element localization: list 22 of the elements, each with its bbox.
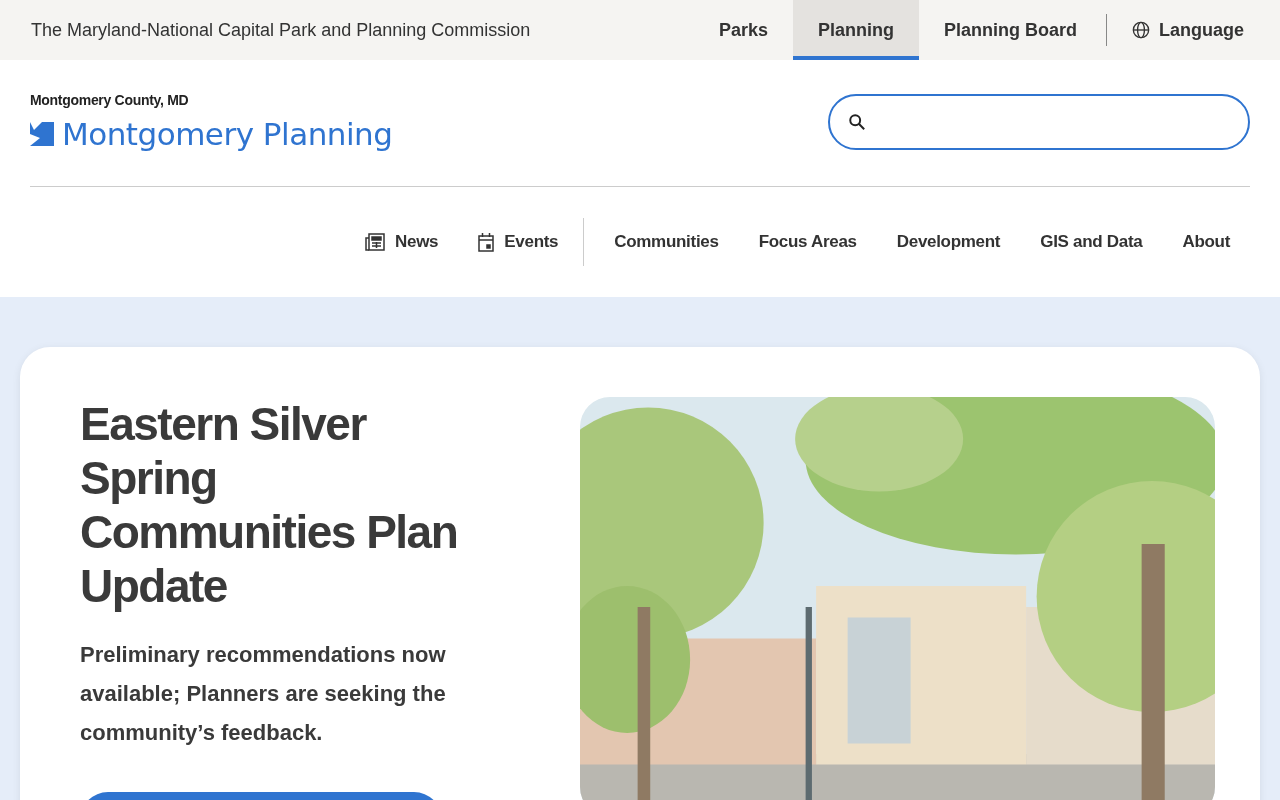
utility-link[interactable]: News [345, 232, 459, 252]
calendar-icon [478, 232, 495, 252]
main-nav-link[interactable]: GIS and Data [1020, 232, 1163, 252]
newspaper-icon [365, 233, 386, 251]
main-nav-link[interactable]: About [1162, 232, 1250, 252]
hero-subtitle: Preliminary recommendations now available; Planners are seeking the community’s feedback. [80, 641, 447, 747]
search-icon [848, 113, 866, 131]
hero-title: Eastern Silver Spring Communities Plan Update [80, 397, 459, 613]
main-nav-link[interactable]: Communities [594, 232, 739, 252]
main-nav-link[interactable]: Focus Areas [738, 232, 877, 252]
top-nav-tab[interactable]: Planning Board [918, 0, 1102, 60]
main-nav-link[interactable]: Development [876, 232, 1021, 252]
top-nav-tab[interactable]: Planning [792, 0, 919, 60]
language-button[interactable]: Language [1132, 0, 1244, 60]
search-field[interactable] [828, 94, 1250, 150]
logo-icon [30, 122, 54, 146]
globe-icon [1132, 21, 1150, 39]
utility-link[interactable]: Events [458, 232, 579, 252]
county-label: Montgomery County, MD [30, 92, 190, 108]
top-nav-tab[interactable]: Parks [693, 0, 793, 60]
logo-link[interactable]: Montgomery Planning [30, 116, 393, 152]
organization-name: The Maryland-National Capital Park and Planning Commission [31, 19, 531, 41]
